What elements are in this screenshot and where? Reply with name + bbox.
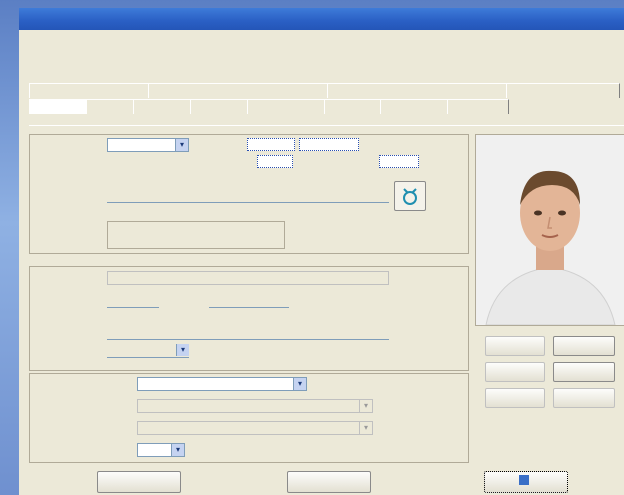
tab-row1-1[interactable]	[29, 83, 149, 98]
tab-row1-2[interactable]	[148, 83, 328, 98]
ok-button[interactable]	[97, 471, 181, 493]
portrait-image	[476, 135, 624, 326]
tab-4[interactable]	[190, 99, 248, 114]
tab-2[interactable]	[86, 99, 134, 114]
student-window: ▾ ▾ ▾ ▾ ▾ ▾	[19, 8, 624, 495]
gender-group	[107, 221, 285, 249]
doc-type-select[interactable]	[107, 271, 389, 285]
help-icon	[519, 475, 529, 486]
chevron-down-icon[interactable]: ▾	[359, 400, 372, 412]
chevron-down-icon[interactable]: ▾	[359, 422, 372, 434]
series-input[interactable]	[107, 294, 159, 308]
date-value[interactable]	[379, 155, 419, 168]
number-input[interactable]	[209, 294, 289, 308]
course-select[interactable]: ▾	[137, 443, 185, 457]
issued-value[interactable]	[257, 155, 293, 168]
photo-delete-button[interactable]	[553, 362, 615, 382]
tab-7[interactable]	[380, 99, 448, 114]
photo-to-value[interactable]	[299, 138, 359, 151]
cancel-button[interactable]	[287, 471, 371, 493]
chevron-down-icon[interactable]: ▾	[293, 378, 306, 390]
symbol-icon	[403, 188, 417, 205]
specialty-select[interactable]: ▾	[137, 399, 373, 413]
photo-scan-button[interactable]	[485, 388, 545, 408]
birth-date-input[interactable]: ▾	[107, 138, 189, 152]
title-bar	[19, 8, 624, 30]
photo-load-button[interactable]	[485, 336, 545, 356]
tab-row1-4[interactable]	[506, 83, 620, 98]
help-button[interactable]	[484, 471, 568, 493]
tab-main[interactable]	[29, 99, 87, 114]
calendar-icon[interactable]: ▾	[175, 139, 188, 151]
photo-from-value[interactable]	[247, 138, 295, 151]
tab-panel: ▾ ▾ ▾ ▾ ▾ ▾	[29, 125, 624, 468]
tab-3[interactable]	[133, 99, 191, 114]
tab-5[interactable]	[247, 99, 325, 114]
photo-print-button[interactable]	[553, 336, 615, 356]
place-input[interactable]	[107, 173, 389, 203]
chevron-down-icon[interactable]: ▾	[171, 444, 184, 456]
photo-save-button[interactable]	[485, 362, 545, 382]
student-photo	[475, 134, 624, 326]
calendar-icon[interactable]: ▾	[176, 344, 189, 356]
symbol-button[interactable]	[394, 181, 426, 211]
program-select[interactable]: ▾	[137, 377, 307, 391]
form-select[interactable]: ▾	[137, 421, 373, 435]
issued-by-input[interactable]	[107, 326, 389, 340]
photo-camera-button[interactable]	[553, 388, 615, 408]
tab-8[interactable]	[447, 99, 509, 114]
tab-6[interactable]	[324, 99, 381, 114]
tab-row1-3[interactable]	[327, 83, 507, 98]
date2-input[interactable]: ▾	[107, 344, 189, 358]
